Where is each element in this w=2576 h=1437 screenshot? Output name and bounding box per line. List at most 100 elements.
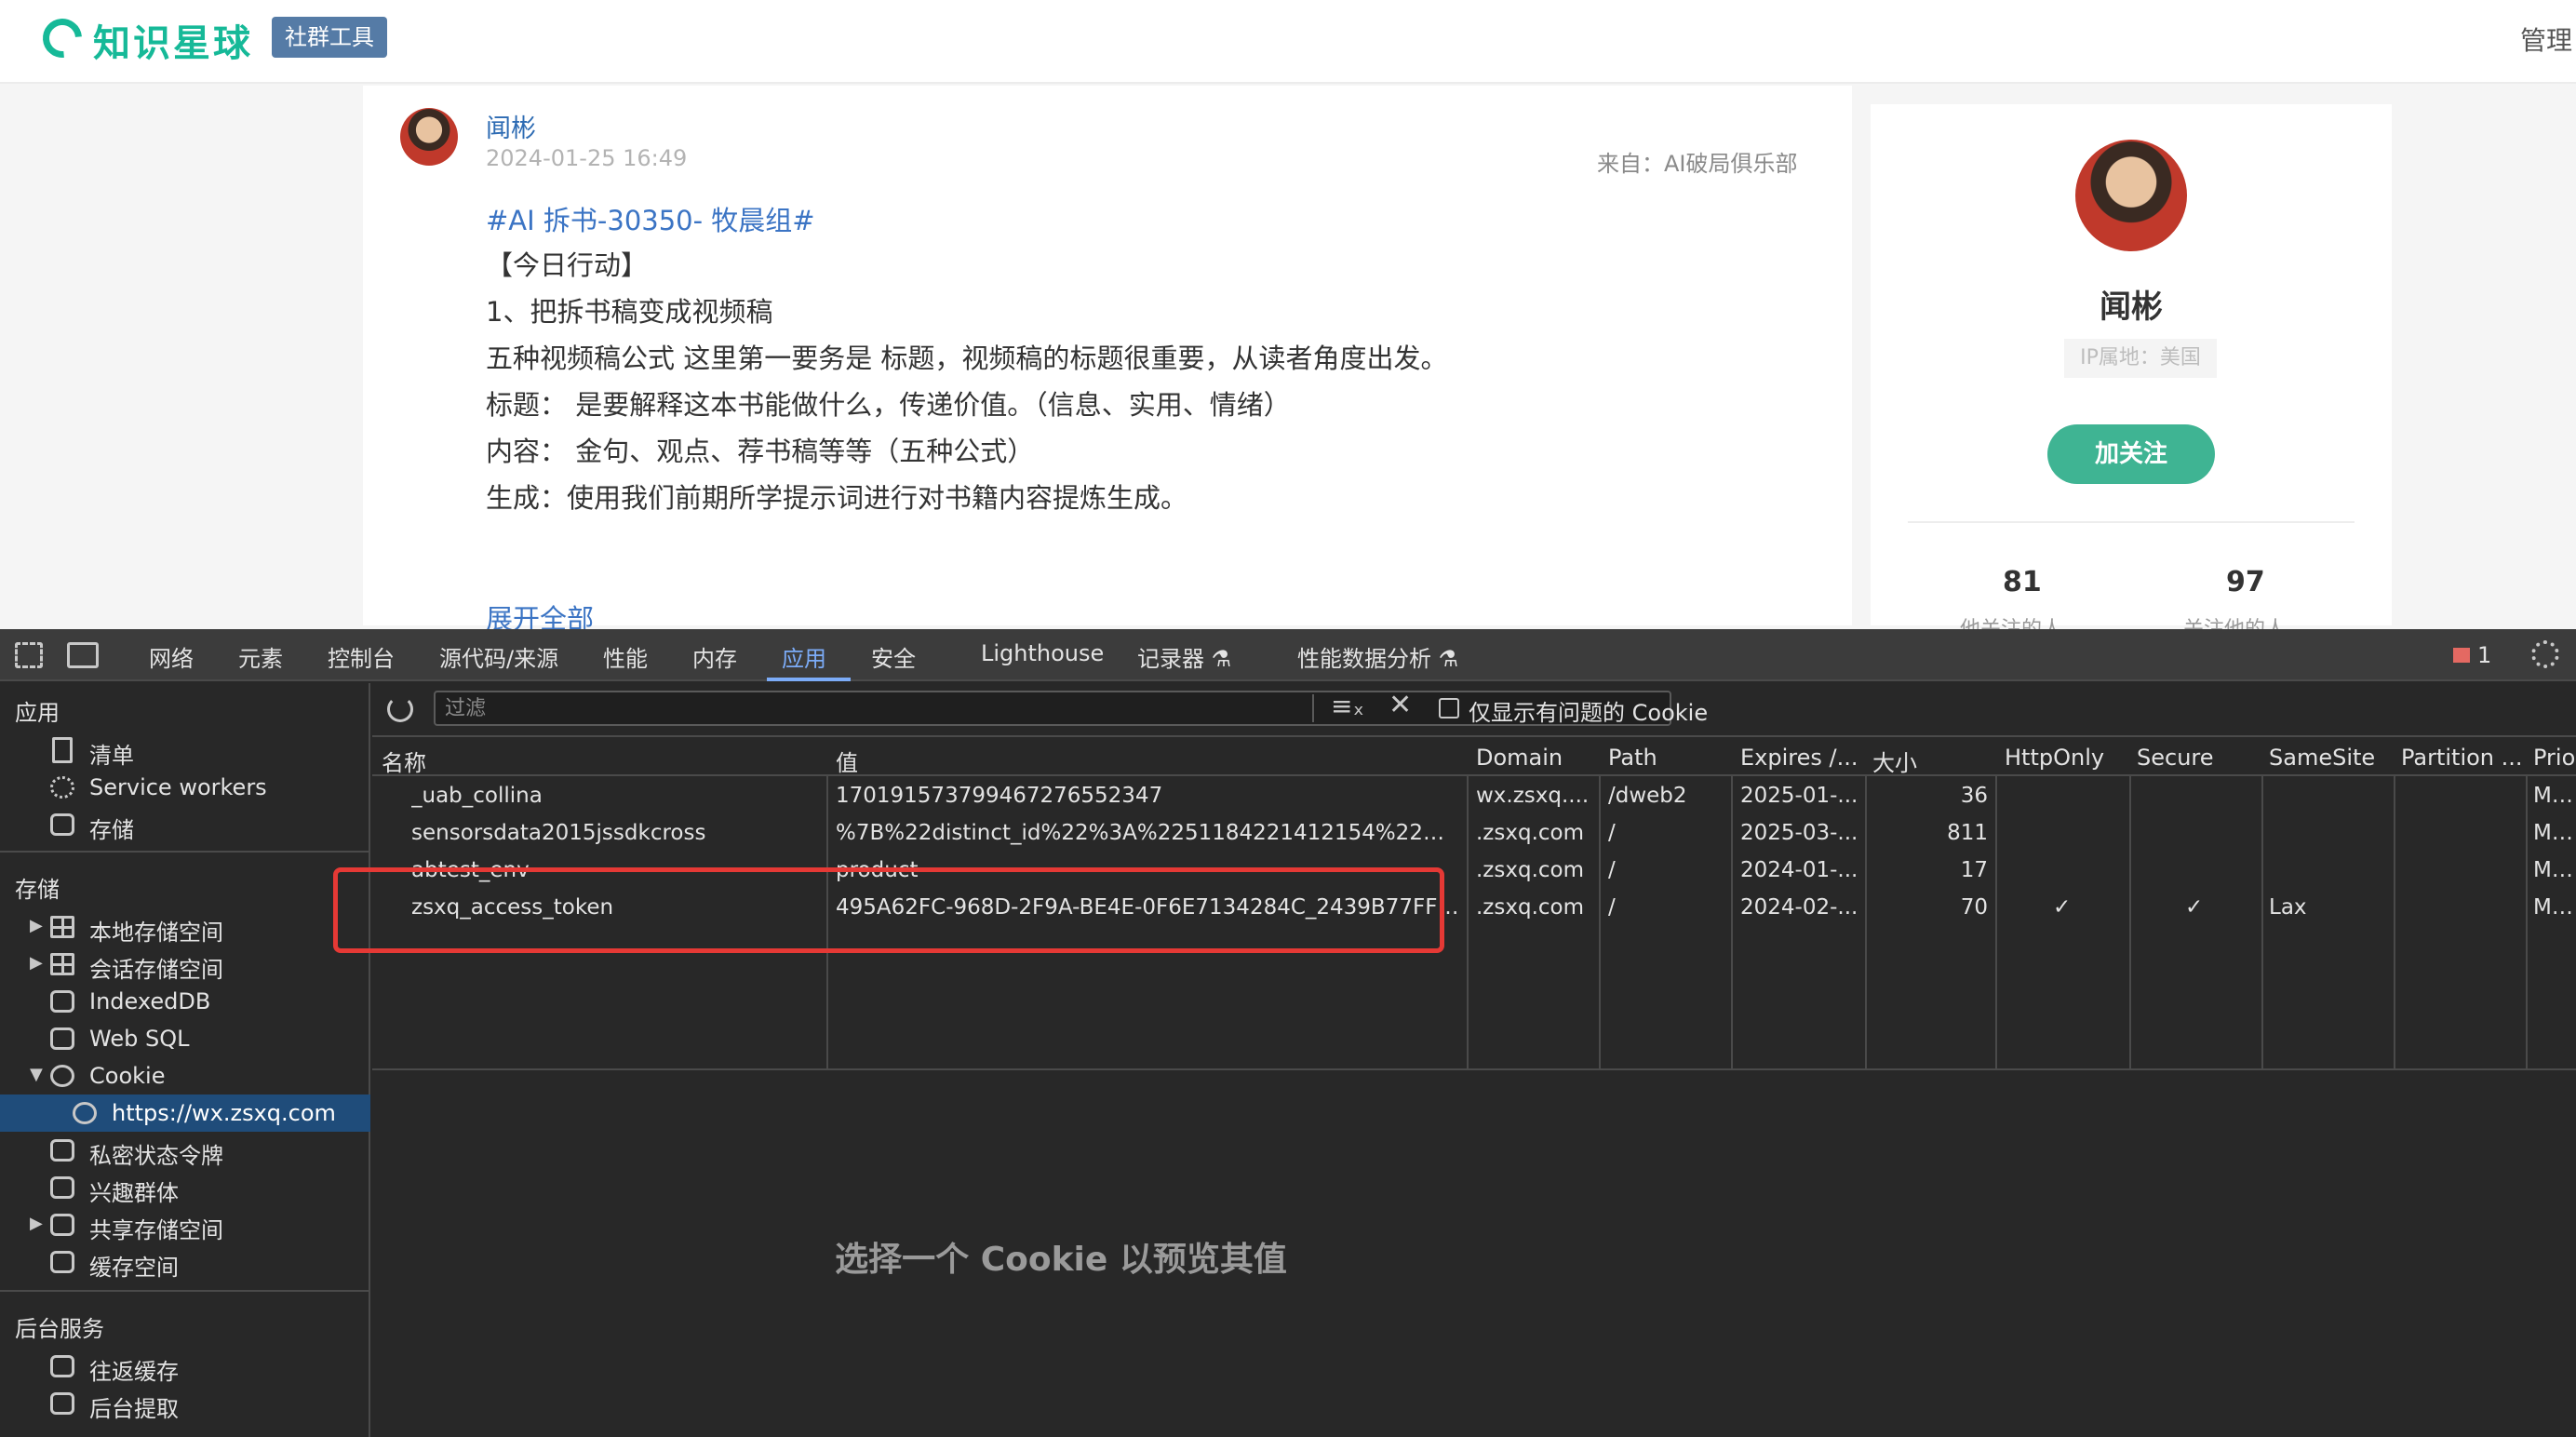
profile-card: 闻彬 IP属地：美国 加关注 81 97 他关注的人 关注他的人 bbox=[1871, 104, 2392, 641]
table-row[interactable]: sensorsdata2015jssdkcross %7B%22distinct… bbox=[372, 815, 2576, 853]
column-header-samesite[interactable]: SameSite bbox=[2269, 745, 2375, 771]
column-header-expires[interactable]: Expires /... bbox=[1740, 745, 1861, 771]
sidebar-item-interest-groups[interactable]: 兴趣群体 bbox=[0, 1169, 370, 1206]
sidebar-item-label: Cookie bbox=[89, 1063, 166, 1089]
refresh-icon[interactable] bbox=[387, 696, 413, 722]
sidebar-item-background-fetch[interactable]: 后台提取 bbox=[0, 1385, 370, 1422]
post-time: 2024-01-25 16:49 bbox=[486, 145, 688, 171]
tab-lighthouse[interactable]: Lighthouse bbox=[981, 640, 1104, 666]
column-header-secure[interactable]: Secure bbox=[2137, 745, 2214, 771]
cookie-samesite: Lax bbox=[2269, 895, 2307, 920]
table-row[interactable]: _uab_collina 170191573799467276552347 wx… bbox=[372, 778, 2576, 815]
close-icon[interactable]: ✕ bbox=[1389, 689, 1412, 721]
cookie-path: /dweb2 bbox=[1608, 784, 1687, 808]
followers-count[interactable]: 97 bbox=[2226, 566, 2265, 598]
column-header-path[interactable]: Path bbox=[1608, 745, 1657, 771]
cookie-value: 170191573799467276552347 bbox=[836, 784, 1163, 808]
chevron-right-icon[interactable]: ▶ bbox=[30, 953, 43, 973]
sidebar-item-label: 兴趣群体 bbox=[89, 1180, 179, 1206]
cookie-expires: 2024-02-... bbox=[1740, 895, 1858, 920]
sidebar-item-cookie-origin[interactable]: https://wx.zsxq.com bbox=[0, 1095, 370, 1132]
cookie-path: / bbox=[1608, 821, 1616, 845]
following-count[interactable]: 81 bbox=[2003, 566, 2042, 598]
clear-filtered-icon[interactable]: ≡ₓ bbox=[1331, 691, 1364, 721]
column-header-name[interactable]: 名称 bbox=[382, 745, 426, 777]
cookie-expires: 2025-01-... bbox=[1740, 784, 1858, 808]
column-header-value[interactable]: 值 bbox=[836, 745, 858, 777]
sidebar-item-cache-storage[interactable]: 缓存空间 bbox=[0, 1243, 370, 1281]
inspect-element-icon[interactable] bbox=[15, 642, 43, 668]
column-header-priority[interactable]: Prior bbox=[2533, 745, 2576, 771]
sidebar-item-label: 清单 bbox=[89, 743, 134, 769]
tab-elements[interactable]: 元素 bbox=[238, 640, 283, 673]
avatar[interactable] bbox=[400, 108, 458, 166]
sidebar-item-label: 存储 bbox=[89, 817, 134, 843]
sidebar-item-cookie[interactable]: ▼ Cookie bbox=[0, 1057, 370, 1095]
database-icon bbox=[50, 1251, 74, 1273]
logo-text[interactable]: 知识星球 bbox=[93, 13, 253, 67]
issues-flag-icon[interactable] bbox=[2453, 648, 2470, 663]
cookie-size: 36 bbox=[1960, 784, 1988, 808]
tab-network[interactable]: 网络 bbox=[149, 640, 194, 673]
profile-avatar[interactable] bbox=[2075, 140, 2187, 251]
post-source[interactable]: 来自：AI破局俱乐部 bbox=[1597, 145, 1798, 178]
tab-memory[interactable]: 内存 bbox=[692, 640, 737, 673]
sidebar-item-label: 往返缓存 bbox=[89, 1359, 179, 1385]
chevron-right-icon[interactable]: ▶ bbox=[30, 916, 43, 935]
database-icon bbox=[50, 813, 74, 836]
column-header-httponly[interactable]: HttpOnly bbox=[2005, 745, 2104, 771]
sidebar-item-private-state-tokens[interactable]: 私密状态令牌 bbox=[0, 1132, 370, 1169]
cookie-priority: Med bbox=[2533, 895, 2576, 920]
sidebar-item-manifest[interactable]: 清单 bbox=[0, 732, 370, 769]
sidebar-item-back-forward-cache[interactable]: 往返缓存 bbox=[0, 1348, 370, 1385]
devtools-panel: 网络 元素 控制台 源代码/来源 性能 内存 应用 安全 Lighthouse … bbox=[0, 629, 2576, 1437]
tab-recorder[interactable]: 记录器 ⚗ bbox=[1137, 640, 1231, 673]
post-author[interactable]: 闻彬 bbox=[486, 108, 536, 144]
column-header-domain[interactable]: Domain bbox=[1476, 745, 1563, 771]
gears-icon bbox=[50, 776, 74, 799]
post-text-line: 生成：使用我们前期所学提示词进行对书籍内容提炼生成。 bbox=[486, 482, 1188, 514]
sidebar-item-indexeddb[interactable]: IndexedDB bbox=[0, 983, 370, 1020]
sidebar-item-label: Service workers bbox=[89, 774, 267, 800]
chevron-right-icon[interactable]: ▶ bbox=[30, 1214, 43, 1233]
device-toolbar-icon[interactable] bbox=[67, 642, 99, 668]
sidebar-item-service-workers[interactable]: Service workers bbox=[0, 769, 370, 806]
cookie-priority: Med bbox=[2533, 858, 2576, 882]
cookie-priority: Med bbox=[2533, 784, 2576, 808]
community-tools-badge[interactable]: 社群工具 bbox=[272, 17, 387, 58]
post-hashtag[interactable]: #AI 拆书-30350- 牧晨组# bbox=[486, 199, 815, 238]
sidebar-item-shared-storage[interactable]: ▶ 共享存储空间 bbox=[0, 1206, 370, 1243]
issues-count[interactable]: 1 bbox=[2477, 642, 2491, 668]
post-card: 闻彬 2024-01-25 16:49 来自：AI破局俱乐部 #AI 拆书-30… bbox=[363, 86, 1852, 635]
tab-sources[interactable]: 源代码/来源 bbox=[439, 640, 558, 673]
sidebar-item-session-storage[interactable]: ▶ 会话存储空间 bbox=[0, 946, 370, 983]
tab-security[interactable]: 安全 bbox=[871, 640, 916, 673]
cookie-domain: .zsxq.com bbox=[1476, 821, 1585, 845]
sidebar-item-storage[interactable]: 存储 bbox=[0, 806, 370, 843]
cookie-domain: wx.zsxq.... bbox=[1476, 784, 1590, 808]
sidebar-item-label: 共享存储空间 bbox=[89, 1217, 223, 1243]
chevron-down-icon[interactable]: ▼ bbox=[30, 1065, 43, 1084]
tab-performance[interactable]: 性能 bbox=[603, 640, 648, 673]
only-issues-checkbox[interactable] bbox=[1439, 698, 1459, 718]
follow-button[interactable]: 加关注 bbox=[2047, 424, 2215, 484]
annotation-highlight-box bbox=[333, 867, 1444, 953]
tab-console[interactable]: 控制台 bbox=[328, 640, 395, 673]
divider bbox=[0, 1290, 370, 1292]
column-header-partition[interactable]: Partition ... bbox=[2401, 745, 2522, 771]
cookie-size: 70 bbox=[1960, 895, 1988, 920]
only-issues-label[interactable]: 仅显示有问题的 Cookie bbox=[1469, 694, 1708, 727]
manage-link[interactable]: 管理 bbox=[2520, 20, 2572, 58]
application-sidebar: 应用 清单 Service workers 存储 存储 ▶ 本地存储空间 ▶ 会… bbox=[0, 683, 370, 1437]
column-header-size[interactable]: 大小 bbox=[1872, 745, 1917, 777]
tab-performance-insights[interactable]: 性能数据分析 ⚗ bbox=[1297, 640, 1458, 673]
cookie-toolbar: ≡ₓ ✕ 仅显示有问题的 Cookie bbox=[372, 683, 2576, 737]
active-tab-indicator bbox=[767, 678, 851, 681]
gear-icon[interactable] bbox=[2531, 640, 2559, 668]
cookie-expires: 2024-01-... bbox=[1740, 858, 1858, 882]
sidebar-item-local-storage[interactable]: ▶ 本地存储空间 bbox=[0, 908, 370, 946]
cookie-name: _uab_collina bbox=[411, 784, 543, 808]
sidebar-item-web-sql[interactable]: Web SQL bbox=[0, 1020, 370, 1057]
tab-application[interactable]: 应用 bbox=[782, 640, 826, 673]
cookie-domain: .zsxq.com bbox=[1476, 858, 1585, 882]
